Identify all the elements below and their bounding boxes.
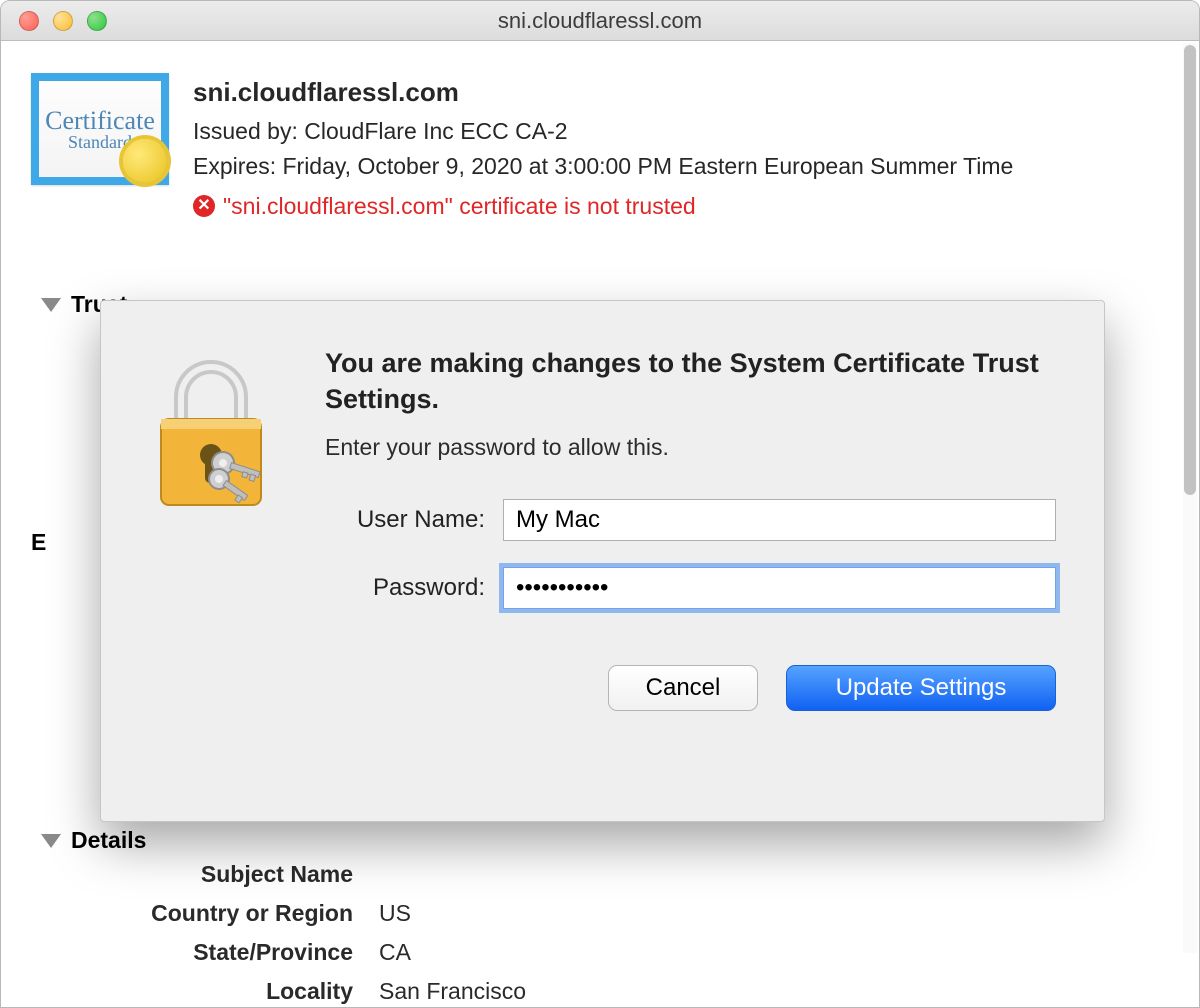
lock-icon-column bbox=[149, 345, 285, 783]
seal-icon bbox=[123, 139, 167, 183]
error-badge-icon: ✕ bbox=[193, 195, 215, 217]
detail-row-locality: Locality San Francisco bbox=[23, 972, 1159, 1008]
country-value: US bbox=[379, 900, 411, 927]
disclosure-triangle-icon bbox=[41, 834, 61, 848]
state-value: CA bbox=[379, 939, 411, 966]
username-field[interactable] bbox=[503, 499, 1056, 541]
auth-dialog-body: You are making changes to the System Cer… bbox=[325, 345, 1056, 783]
lock-icon bbox=[149, 353, 273, 513]
left-truncated-label: E bbox=[31, 529, 46, 556]
password-field[interactable] bbox=[503, 567, 1056, 609]
titlebar: sni.cloudflaressl.com bbox=[1, 1, 1199, 41]
country-label: Country or Region bbox=[23, 900, 353, 927]
detail-row-state: State/Province CA bbox=[23, 933, 1159, 972]
issued-by-label: Issued by: bbox=[193, 118, 298, 144]
auth-dialog-title: You are making changes to the System Cer… bbox=[325, 345, 1056, 418]
cancel-button[interactable]: Cancel bbox=[608, 665, 758, 711]
disclosure-triangle-icon bbox=[41, 298, 61, 312]
auth-form: User Name: Password: bbox=[325, 499, 1056, 609]
trust-warning-text: "sni.cloudflaressl.com" certificate is n… bbox=[223, 189, 696, 224]
username-label: User Name: bbox=[325, 506, 485, 534]
subject-name-label: Subject Name bbox=[23, 861, 353, 888]
auth-dialog-subtitle: Enter your password to allow this. bbox=[325, 434, 1056, 461]
auth-dialog-buttons: Cancel Update Settings bbox=[325, 665, 1056, 711]
details-body: Subject Name Country or Region US State/… bbox=[23, 851, 1159, 1008]
certificate-icon: Certificate Standard bbox=[31, 73, 169, 185]
details-section-label: Details bbox=[71, 827, 146, 854]
certificate-window: sni.cloudflaressl.com Certificate Standa… bbox=[0, 0, 1200, 1008]
expires-label: Expires: bbox=[193, 153, 276, 179]
issued-by-line: Issued by: CloudFlare Inc ECC CA-2 bbox=[193, 114, 1135, 149]
issued-by-value: CloudFlare Inc ECC CA-2 bbox=[304, 118, 567, 144]
expires-line: Expires: Friday, October 9, 2020 at 3:00… bbox=[193, 149, 1135, 184]
password-label: Password: bbox=[325, 574, 485, 602]
locality-label: Locality bbox=[23, 978, 353, 1005]
state-label: State/Province bbox=[23, 939, 353, 966]
detail-row-country: Country or Region US bbox=[23, 894, 1159, 933]
auth-dialog: You are making changes to the System Cer… bbox=[100, 300, 1105, 822]
subject-name-heading: Subject Name bbox=[23, 855, 1159, 894]
window-title: sni.cloudflaressl.com bbox=[1, 8, 1199, 34]
locality-value: San Francisco bbox=[379, 978, 526, 1005]
certificate-name: sni.cloudflaressl.com bbox=[193, 73, 1135, 112]
update-settings-button[interactable]: Update Settings bbox=[786, 665, 1056, 711]
certificate-icon-text2: Standard bbox=[68, 132, 132, 153]
trust-warning: ✕ "sni.cloudflaressl.com" certificate is… bbox=[193, 189, 1135, 224]
expires-value: Friday, October 9, 2020 at 3:00:00 PM Ea… bbox=[282, 153, 1013, 179]
